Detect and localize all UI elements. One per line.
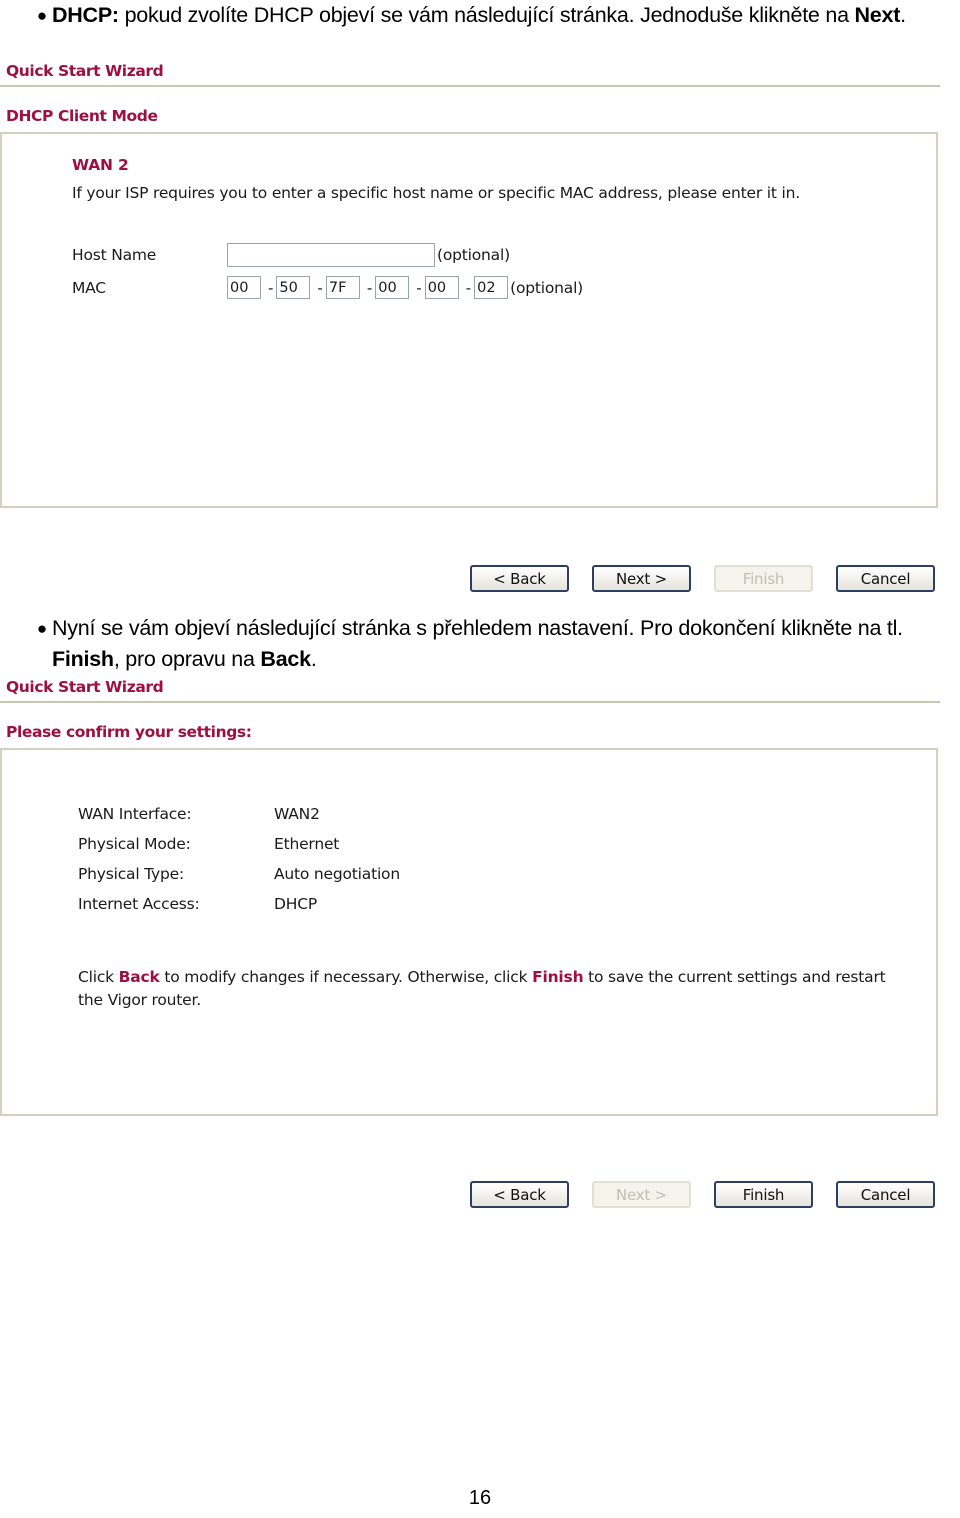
intro-bullet-tail: Next [854, 3, 901, 27]
wizard1-button-bar: < Back Next > Finish Cancel [470, 565, 935, 592]
intro-bullet-text: DHCP: pokud zvolíte DHCP objeví se vám n… [52, 0, 906, 31]
section-label-confirm-settings: Please confirm your settings: [6, 723, 252, 741]
confirm-note-part1: Click [78, 968, 119, 986]
finish-button: Finish [714, 565, 813, 592]
page-number: 16 [468, 1487, 492, 1509]
table-row: Physical Type: Auto negotiation [78, 862, 936, 887]
section-label-dhcp-client-mode: DHCP Client Mode [6, 107, 158, 125]
next-button: Next > [592, 1181, 691, 1208]
summary-bullet-end: . [310, 647, 317, 671]
summary-bullet-back: Back [260, 647, 311, 671]
intro-bullet: ● DHCP: pokud zvolíte DHCP objeví se vám… [32, 0, 944, 31]
physical-mode-label: Physical Mode: [78, 835, 191, 853]
settings-summary-table: WAN Interface: WAN2 Physical Mode: Ether… [2, 750, 936, 917]
summary-bullet-line1: Nyní se vám objeví následující stránka s… [52, 616, 853, 640]
mac-label: MAC [72, 278, 106, 297]
wan-interface-label: WAN Interface: [78, 805, 192, 823]
intro-bullet-lead: DHCP: [52, 3, 119, 27]
internet-access-value: DHCP [274, 895, 317, 913]
table-row: Internet Access: DHCP [78, 892, 936, 917]
physical-mode-value: Ethernet [274, 835, 340, 853]
cancel-button[interactable]: Cancel [836, 1181, 935, 1208]
host-name-label: Host Name [72, 246, 157, 264]
mac-octet-2[interactable] [276, 276, 311, 299]
back-button[interactable]: < Back [470, 565, 569, 592]
quick-start-wizard-dhcp: Quick Start Wizard DHCP Client Mode WAN … [0, 62, 940, 508]
summary-bullet-line2-prefix: na tl. [857, 616, 903, 640]
confirm-note-back: Back [118, 968, 160, 986]
table-row: Physical Mode: Ethernet [78, 832, 936, 857]
summary-bullet: ● Nyní se vám objeví následující stránka… [32, 613, 944, 675]
intro-bullet-body: pokud zvolíte DHCP objeví se vám následu… [118, 3, 855, 27]
mac-octet-5[interactable] [424, 276, 459, 299]
summary-bullet-text: Nyní se vám objeví následující stránka s… [52, 613, 944, 675]
dhcp-client-mode-panel: WAN 2 If your ISP requires you to enter … [0, 132, 938, 508]
mac-separator-4: - [416, 278, 422, 297]
confirm-note-finish: Finish [532, 968, 584, 986]
isp-instructions: If your ISP requires you to enter a spec… [72, 184, 800, 202]
dhcp-form: Host Name (optional) MAC - - - - - [72, 243, 936, 299]
title-divider [0, 85, 940, 87]
next-button[interactable]: Next > [592, 565, 691, 592]
intro-bullet-tail-end: . [900, 3, 906, 27]
back-button[interactable]: < Back [470, 1181, 569, 1208]
summary-bullet-middle: , pro opravu na [113, 647, 261, 671]
mac-octet-4[interactable] [375, 276, 410, 299]
internet-access-label: Internet Access: [78, 895, 200, 913]
physical-type-label: Physical Type: [78, 865, 185, 883]
host-name-input[interactable] [227, 243, 435, 267]
mac-octet-6[interactable] [474, 276, 509, 299]
wan-heading: WAN 2 [72, 156, 129, 174]
mac-address-row: MAC - - - - - (optional) [72, 276, 936, 299]
bullet-marker-icon: ● [36, 619, 48, 638]
host-name-row: Host Name (optional) [72, 243, 936, 267]
mac-octet-3[interactable] [325, 276, 360, 299]
mac-separator-2: - [317, 278, 323, 297]
wizard-title: Quick Start Wizard [6, 62, 164, 80]
wizard2-button-bar: < Back Next > Finish Cancel [470, 1181, 935, 1208]
mac-optional-label: (optional) [510, 278, 584, 297]
physical-type-value: Auto negotiation [274, 865, 400, 883]
cancel-button[interactable]: Cancel [836, 565, 935, 592]
mac-separator-3: - [366, 278, 373, 297]
finish-button[interactable]: Finish [714, 1181, 813, 1208]
table-row: WAN Interface: WAN2 [78, 802, 936, 827]
bullet-marker-icon: ● [36, 6, 48, 25]
wan-interface-value: WAN2 [274, 805, 320, 823]
summary-bullet-finish: Finish [52, 647, 114, 671]
mac-separator-5: - [465, 278, 472, 297]
title-divider [0, 701, 940, 703]
confirm-instructions: Click Back to modify changes if necessar… [2, 922, 898, 1012]
confirm-settings-panel: WAN Interface: WAN2 Physical Mode: Ether… [0, 748, 938, 1116]
confirm-note-part2: to modify changes if necessary. Otherwis… [159, 968, 533, 986]
quick-start-wizard-confirm: Quick Start Wizard Please confirm your s… [0, 678, 940, 1116]
mac-octet-1[interactable] [227, 276, 261, 299]
host-name-optional-label: (optional) [437, 246, 510, 264]
mac-separator-1: - [268, 278, 274, 297]
wizard-title: Quick Start Wizard [6, 678, 164, 696]
